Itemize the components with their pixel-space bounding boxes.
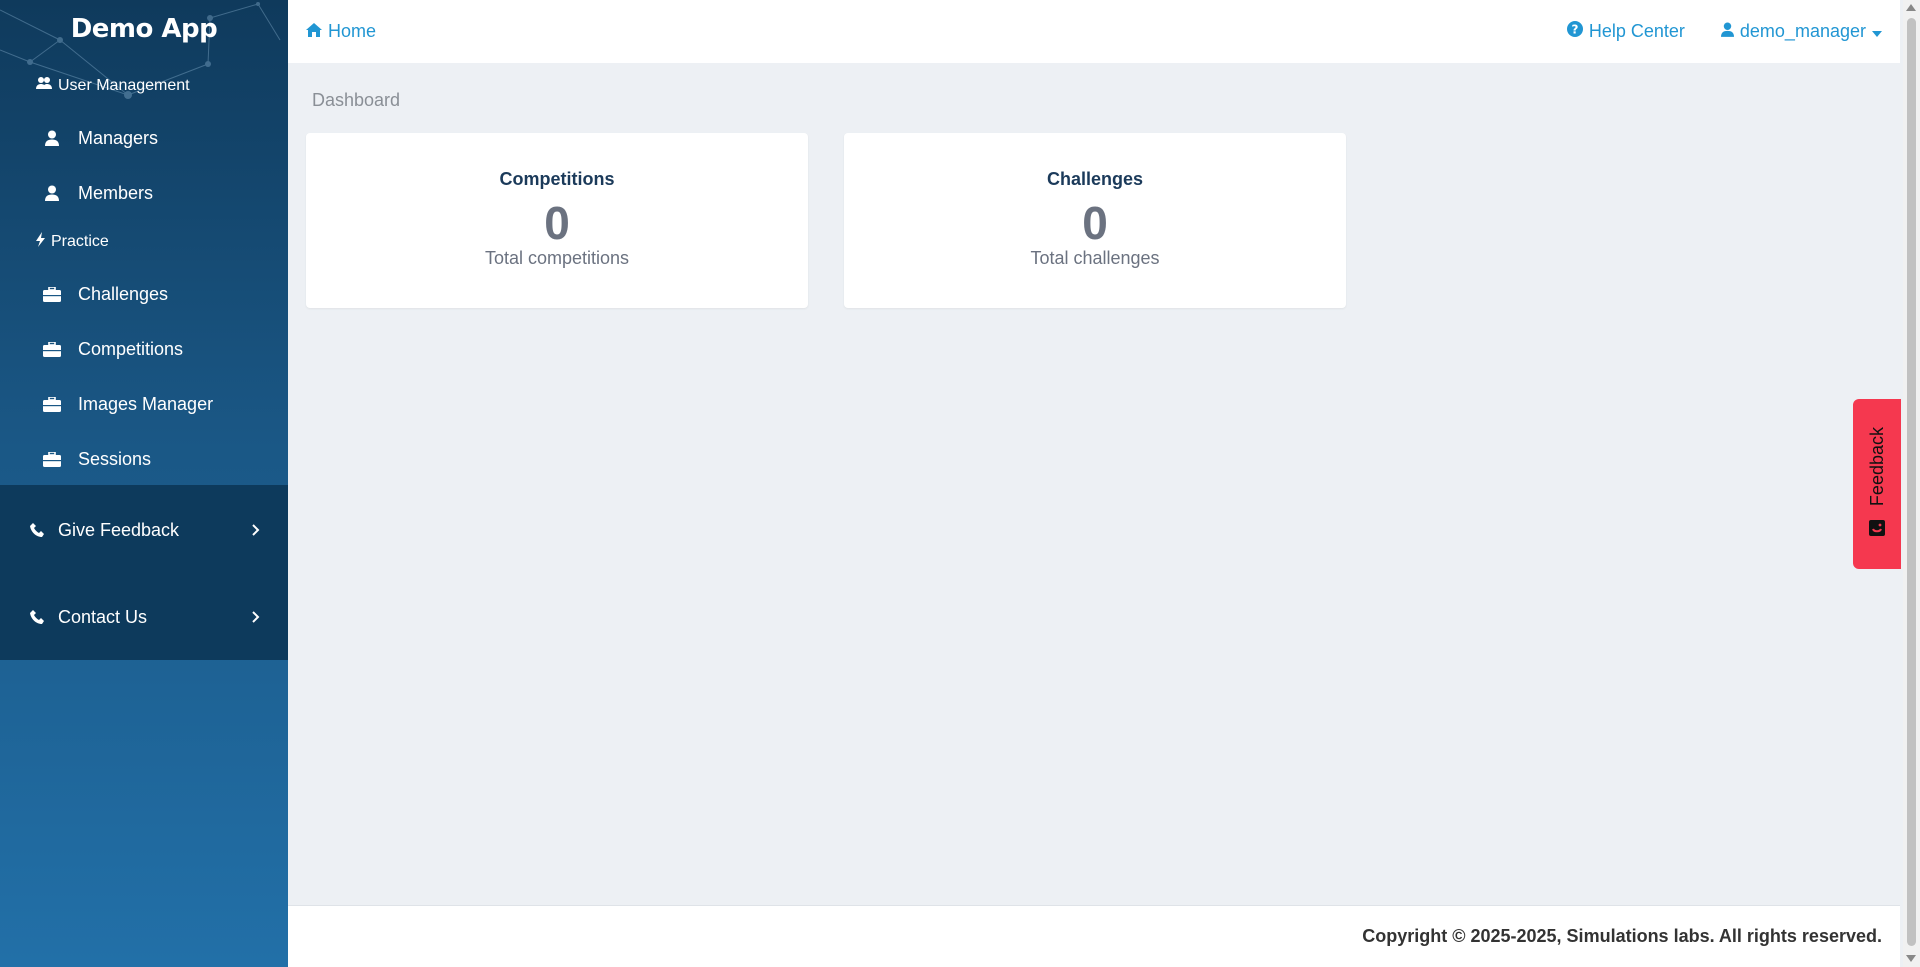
scroll-up-icon[interactable] (1906, 4, 1916, 11)
sidebar: Demo App User Management Managers Member… (0, 0, 288, 967)
scrollbar-thumb[interactable] (1907, 18, 1916, 946)
briefcase-icon (42, 396, 62, 412)
sidebar-item-challenges[interactable]: Challenges (42, 274, 282, 314)
sidebar-item-members[interactable]: Members (42, 173, 282, 213)
help-center-link[interactable]: ? Help Center (1566, 21, 1685, 42)
card-value: 0 (1082, 197, 1108, 249)
sidebar-item-label: Competitions (78, 338, 184, 359)
copyright-text: Copyright © 2025-2025, Simulations labs.… (1362, 926, 1882, 946)
question-circle-icon: ? (1566, 21, 1583, 42)
breadcrumb: Dashboard (312, 90, 401, 110)
briefcase-icon (42, 451, 62, 467)
phone-icon (28, 522, 46, 538)
top-bar: Home ? Help Center demo_manager (288, 0, 1900, 63)
briefcase-icon (42, 286, 62, 302)
sidebar-item-label: Members (78, 182, 154, 203)
feedback-tab[interactable]: Feedback (1853, 399, 1901, 569)
sidebar-extra-block: Give Feedback Contact Us (0, 485, 288, 660)
card-value: 0 (544, 197, 570, 249)
phone-icon (28, 609, 46, 625)
user-icon (42, 130, 62, 146)
feedback-tab-label: Feedback (1866, 426, 1887, 507)
help-center-label: Help Center (1588, 21, 1685, 41)
section-title: Practice (51, 233, 109, 250)
chevron-right-icon (252, 607, 260, 628)
card-title: Competitions (499, 169, 615, 189)
bolt-icon (36, 232, 45, 252)
users-icon (36, 76, 52, 95)
page-scrollbar[interactable] (1903, 0, 1920, 967)
svg-text:?: ? (1571, 23, 1578, 37)
competitions-card: Competitions 0 Total competitions (306, 133, 808, 308)
section-user-management: User Management (36, 76, 190, 95)
briefcase-icon (42, 341, 62, 357)
smile-icon (1869, 520, 1885, 541)
sidebar-item-label: Give Feedback (58, 519, 180, 540)
section-title: User Management (58, 76, 190, 94)
footer: Copyright © 2025-2025, Simulations labs.… (288, 905, 1900, 967)
sidebar-item-label: Sessions (78, 448, 152, 469)
home-icon (306, 21, 322, 42)
user-menu[interactable]: demo_manager (1720, 21, 1882, 42)
card-title: Challenges (1046, 169, 1144, 189)
home-link[interactable]: Home (306, 21, 376, 42)
chevron-right-icon (252, 520, 260, 541)
sidebar-item-images-manager[interactable]: Images Manager (42, 384, 282, 424)
card-subtitle: Total competitions (484, 248, 630, 268)
sidebar-item-label: Managers (78, 127, 159, 148)
app-title: Demo App (70, 14, 218, 44)
sidebar-item-label: Images Manager (78, 393, 214, 414)
sidebar-item-sessions[interactable]: Sessions (42, 439, 282, 479)
user-name: demo_manager (1739, 21, 1866, 41)
scroll-down-icon[interactable] (1906, 955, 1916, 962)
card-subtitle: Total challenges (1030, 248, 1160, 268)
sidebar-item-managers[interactable]: Managers (42, 118, 282, 158)
sidebar-item-give-feedback[interactable]: Give Feedback (28, 508, 260, 552)
user-icon (1720, 21, 1734, 42)
challenges-card: Challenges 0 Total challenges (844, 133, 1346, 308)
sidebar-item-competitions[interactable]: Competitions (42, 329, 282, 369)
home-label: Home (328, 21, 377, 41)
sidebar-item-contact-us[interactable]: Contact Us (28, 595, 260, 639)
caret-down-icon (1872, 21, 1882, 42)
section-practice: Practice (36, 232, 109, 252)
user-icon (42, 185, 62, 201)
sidebar-item-label: Contact Us (58, 606, 148, 627)
sidebar-item-label: Challenges (78, 283, 169, 304)
